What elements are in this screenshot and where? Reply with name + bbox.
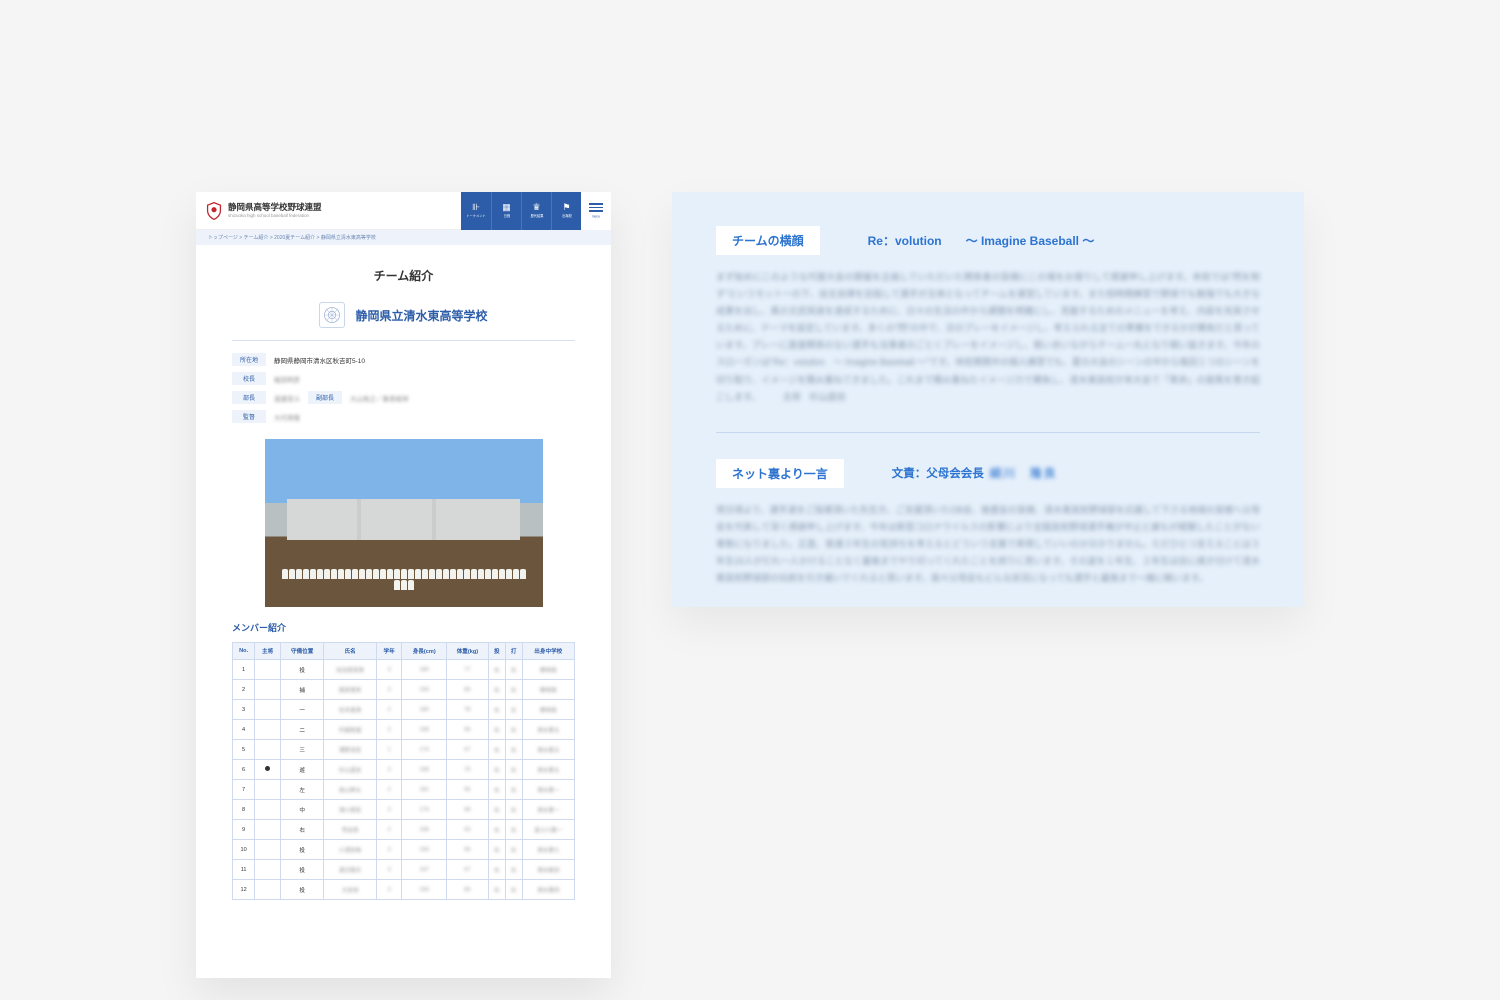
site-subtitle: shizuoka high school baseball federation — [228, 213, 322, 218]
col-cap: 主将 — [255, 643, 281, 660]
flag-icon: ⚑ — [562, 203, 570, 212]
table-row: 10 投 小須田侑 3 169 66 右 右 清水第七 — [233, 840, 575, 860]
col-name: 氏名 — [324, 643, 376, 660]
article-card: チームの横顔 Re：volution 〜 Imagine Baseball 〜 … — [672, 192, 1304, 607]
head-label: 部長 — [232, 391, 266, 404]
col-weight: 体重(kg) — [446, 643, 488, 660]
section2-body: 常日頃より、選手達をご指導頂いた先生方、ご支援頂いたOB会、後援会の皆様、清水東… — [716, 502, 1260, 587]
col-throw: 投 — [488, 643, 505, 660]
table-row: 2 捕 服部寛将 3 169 80 右 右 静岡南 — [233, 680, 575, 700]
principal-label: 校長 — [232, 372, 266, 385]
table-row: 3 一 佐本直清 2 180 78 右 左 静岡南 — [233, 700, 575, 720]
principal-value: 植田明彦 — [274, 374, 300, 384]
divider — [232, 340, 575, 341]
vice-label: 副部長 — [308, 391, 342, 404]
section2-label: ネット裏より一言 — [716, 459, 844, 488]
section1-slogan: Re：volution 〜 Imagine Baseball 〜 — [868, 232, 1095, 249]
head-value: 渡邊双斗 — [274, 393, 300, 403]
section1-body: まず始めにこのような代替大会の開催を企画していただいた関係者の皆様にこの場をお借… — [716, 269, 1260, 406]
coach-label: 監督 — [232, 410, 266, 423]
menu-label: menu — [592, 214, 600, 218]
table-row: 6 遊 杉山昌信 3 168 75 右 右 清水第五 — [233, 760, 575, 780]
nav-trophy[interactable]: ♛歴代結果 — [521, 192, 551, 230]
table-row: 12 投 大谷旭 3 169 80 右 右 清水第四 — [233, 880, 575, 900]
nav-bars[interactable]: ⊪トーナメント — [461, 192, 491, 230]
col-school: 出身中学校 — [522, 643, 574, 660]
school-name: 静岡県立清水東高等学校 — [355, 307, 487, 324]
address-value: 静岡県静岡市清水区秋吉町5-10 — [274, 355, 365, 365]
table-row: 9 右 荒谷悠 2 168 63 右 右 富士川第一 — [233, 820, 575, 840]
coach-value: 大代将隆 — [274, 412, 300, 422]
section1-label: チームの横顔 — [716, 226, 820, 255]
top-nav: ⊪トーナメント▦日程♛歴代結果⚑出場校 menu — [461, 192, 611, 230]
bars-icon: ⊪ — [472, 203, 480, 212]
table-row: 5 三 澤野凌吾 1 174 67 右 右 清水第五 — [233, 740, 575, 760]
page-title: チーム紹介 — [232, 267, 575, 284]
col-pos: 守備位置 — [280, 643, 323, 660]
menu-button[interactable]: menu — [581, 192, 611, 230]
section2-byline: 文責：父母会会長細川 隆良 — [892, 465, 1058, 481]
col-bat: 打 — [505, 643, 522, 660]
calendar-icon: ▦ — [502, 203, 511, 212]
address-label: 所在地 — [232, 353, 266, 366]
breadcrumb[interactable]: トップページ > チーム紹介 > 2020夏チーム紹介 > 静岡県立清水東高等学… — [196, 230, 611, 245]
vice-value: 大山祐之／秦泉峻祥 — [350, 393, 409, 403]
table-row: 1 投 加治我育実 3 180 77 右 右 静岡南 — [233, 660, 575, 680]
col-no: No. — [233, 643, 255, 660]
table-row: 7 左 高山幹太 2 181 56 右 右 清水第一 — [233, 780, 575, 800]
shield-icon — [206, 202, 222, 220]
team-photo — [265, 439, 543, 607]
table-row: 4 二 村越航瑠 2 168 56 右 右 清水第五 — [233, 720, 575, 740]
nav-calendar[interactable]: ▦日程 — [491, 192, 521, 230]
table-row: 11 投 渡辺衛兵 3 167 67 右 右 清水飯田 — [233, 860, 575, 880]
school-crest-icon — [319, 302, 345, 328]
captain-icon — [265, 766, 270, 771]
nav-flag[interactable]: ⚑出場校 — [551, 192, 581, 230]
school-info: 所在地静岡県静岡市清水区秋吉町5-10 校長植田明彦 部長渡邊双斗副部長大山祐之… — [232, 353, 575, 423]
col-height: 身長(cm) — [402, 643, 446, 660]
team-page-card: 静岡県高等学校野球連盟 shizuoka high school basebal… — [196, 192, 611, 978]
table-row: 8 中 清川真拓 3 174 68 右 右 清水第一 — [233, 800, 575, 820]
trophy-icon: ♛ — [532, 203, 540, 212]
site-header: 静岡県高等学校野球連盟 shizuoka high school basebal… — [196, 192, 611, 230]
roster-table: No.主将守備位置氏名学年身長(cm)体重(kg)投打出身中学校 1 投 加治我… — [232, 642, 575, 900]
hamburger-icon — [589, 203, 603, 212]
members-heading: メンバー紹介 — [232, 621, 575, 634]
site-title: 静岡県高等学校野球連盟 — [228, 203, 322, 212]
divider — [716, 432, 1260, 433]
col-year: 学年 — [376, 643, 402, 660]
